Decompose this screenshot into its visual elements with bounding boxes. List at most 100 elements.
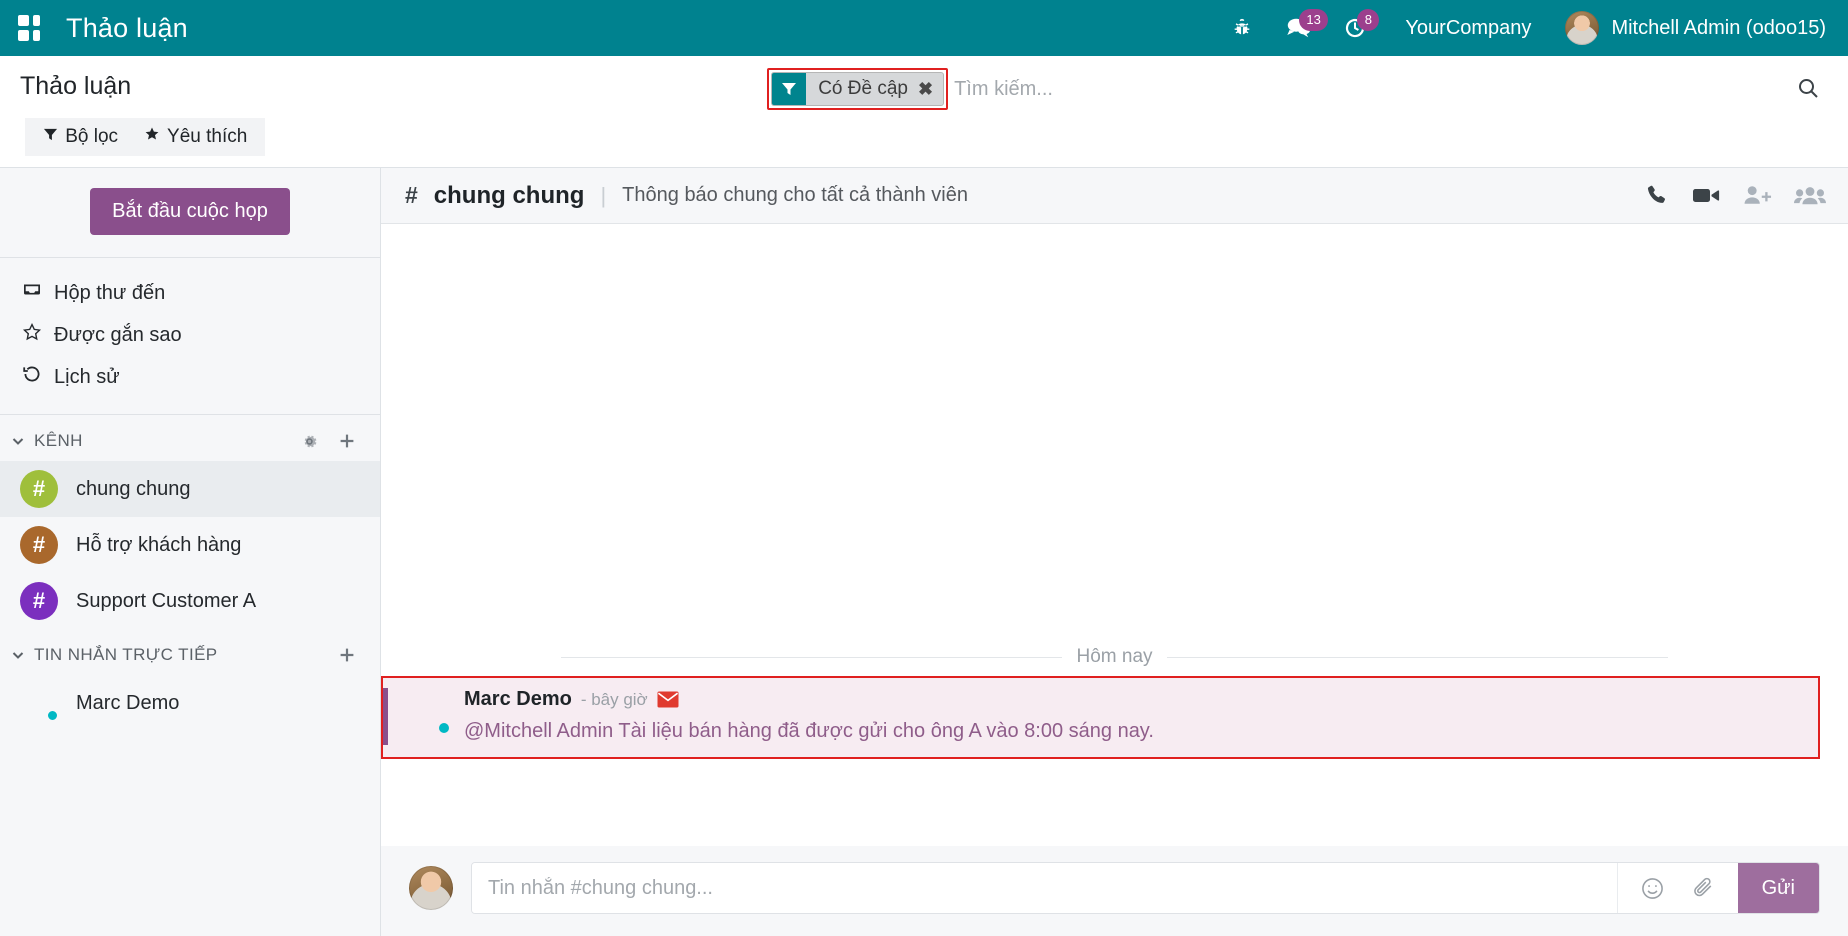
sidebar-item-inbox[interactable]: Hộp thư đến (0, 272, 380, 314)
channels-section-header: KÊNH (0, 415, 380, 461)
user-name: Mitchell Admin (odoo15) (1611, 17, 1826, 40)
mention-accent-bar (383, 688, 388, 745)
apps-grid-icon[interactable] (18, 15, 44, 41)
app-title: Thảo luận (66, 13, 188, 44)
start-meeting-button[interactable]: Bắt đầu cuộc họp (90, 188, 290, 235)
page-title: Thảo luận (20, 56, 131, 101)
message-input[interactable] (472, 863, 1617, 913)
sidebar-item-label: Hộp thư đến (54, 282, 165, 305)
composer-tools (1617, 863, 1738, 913)
channel-header: # chung chung | Thông báo chung cho tất … (381, 168, 1848, 224)
sidebar-item-starred[interactable]: Được gắn sao (0, 314, 380, 356)
composer-box: Gửi (471, 862, 1820, 914)
sidebar-item-history[interactable]: Lịch sử (0, 356, 380, 398)
body: Bắt đầu cuộc họp Hộp thư đến Được gắn sa… (0, 168, 1848, 936)
filter-funnel-icon (772, 73, 806, 105)
control-panel: Thảo luận Có Đề cập ✖ (0, 56, 1848, 168)
channel-hash-icon: # (20, 526, 58, 564)
user-menu[interactable]: Mitchell Admin (odoo15) (1557, 11, 1826, 45)
filters-button-label: Bộ lọc (65, 126, 118, 148)
sidebar-item-label: Marc Demo (76, 692, 179, 715)
inbox-icon (22, 280, 42, 306)
members-group-icon[interactable] (1794, 183, 1826, 208)
message-text: @Mitchell Admin Tài liệu bán hàng đã đượ… (464, 718, 1818, 745)
activities-count-badge: 8 (1357, 9, 1379, 31)
channel-name[interactable]: chung chung (434, 182, 585, 210)
status-badge (46, 709, 59, 722)
sidebar-item-channel-support-customer-a[interactable]: # Support Customer A (0, 573, 380, 629)
channel-description[interactable]: Thông báo chung cho tất cả thành viên (622, 184, 968, 207)
channel-hash-icon: # (20, 470, 58, 508)
send-button[interactable]: Gửi (1738, 863, 1819, 913)
message-thread[interactable]: Hôm nay Marc Demo - bây giờ (381, 224, 1848, 846)
message-timestamp: - bây giờ (581, 690, 648, 710)
date-divider: Hôm nay (381, 646, 1848, 668)
top-navbar: Thảo luận 13 8 YourCompany (0, 0, 1848, 56)
facet-label: Có Đề cập (818, 78, 908, 100)
mailbox-list: Hộp thư đến Được gắn sao Lịch sử (0, 258, 380, 415)
search-row: Có Đề cập ✖ (131, 68, 1828, 110)
sidebar-header: Bắt đầu cuộc họp (0, 168, 380, 258)
star-icon (144, 126, 160, 148)
search-dropdown-buttons: Bộ lọc Yêu thích (25, 118, 265, 156)
dm-section-header: TIN NHẮN TRỰC TIẾP (0, 629, 380, 675)
envelope-icon (657, 691, 679, 708)
search-input[interactable] (948, 78, 1828, 101)
sidebar-item-label: Lịch sử (54, 366, 120, 389)
sidebar-item-label: Được gắn sao (54, 324, 182, 347)
channel-hash-icon: # (405, 182, 418, 209)
messages-count-badge: 13 (1299, 9, 1327, 31)
sidebar-item-channel-chung-chung[interactable]: # chung chung (0, 461, 380, 517)
gear-icon[interactable] (295, 432, 324, 451)
avatar (409, 866, 453, 910)
sidebar-item-dm-marc-demo[interactable]: Marc Demo (0, 675, 380, 731)
message-item[interactable]: Marc Demo - bây giờ @Mitchell Admin Tài … (381, 676, 1820, 759)
dm-section-title[interactable]: TIN NHẮN TRỰC TIẾP (34, 645, 324, 665)
chevron-down-icon[interactable] (10, 433, 26, 449)
sidebar-item-label: Hỗ trợ khách hàng (76, 534, 241, 557)
plus-icon[interactable] (332, 645, 362, 665)
channel-hash-icon: # (20, 582, 58, 620)
sidebar-item-channel-ho-tro-khach-hang[interactable]: # Hỗ trợ khách hàng (0, 517, 380, 573)
video-camera-icon[interactable] (1691, 183, 1721, 208)
header-separator: | (600, 183, 606, 209)
status-badge (437, 721, 451, 735)
star-outline-icon (22, 322, 42, 348)
favorites-button[interactable]: Yêu thích (144, 126, 247, 148)
channels-section-title[interactable]: KÊNH (34, 431, 287, 451)
history-icon (22, 364, 42, 390)
search-facet-mentions[interactable]: Có Đề cập ✖ (771, 72, 944, 106)
filters-button[interactable]: Bộ lọc (43, 126, 118, 148)
clock-activity-icon[interactable]: 8 (1327, 0, 1383, 56)
message-header: Marc Demo - bây giờ (464, 688, 1818, 711)
add-user-icon[interactable] (1743, 183, 1772, 208)
message-composer: Gửi (381, 846, 1848, 936)
company-switcher[interactable]: YourCompany (1383, 17, 1557, 40)
phone-icon[interactable] (1644, 183, 1669, 208)
navbar-right-tools: 13 8 YourCompany Mitchell Admin (odoo15) (1215, 0, 1826, 56)
message-author[interactable]: Marc Demo (464, 688, 572, 711)
channel-header-actions (1644, 183, 1826, 208)
discuss-panel: # chung chung | Thông báo chung cho tất … (381, 168, 1848, 936)
search-icon[interactable] (1796, 76, 1820, 105)
message-body: Marc Demo - bây giờ @Mitchell Admin Tài … (464, 688, 1818, 745)
sidebar: Bắt đầu cuộc họp Hộp thư đến Được gắn sa… (0, 168, 381, 936)
bug-icon[interactable] (1215, 0, 1269, 56)
paperclip-icon[interactable] (1691, 876, 1716, 901)
facet-label-wrap: Có Đề cập ✖ (806, 73, 943, 105)
favorites-button-label: Yêu thích (167, 126, 247, 148)
plus-icon[interactable] (332, 431, 362, 451)
search-area: Có Đề cập ✖ Bộ lọc (131, 56, 1828, 156)
sidebar-item-label: Support Customer A (76, 590, 256, 613)
avatar (20, 684, 58, 722)
sidebar-item-label: chung chung (76, 478, 191, 501)
emoji-smiley-icon[interactable] (1640, 876, 1665, 901)
filter-funnel-icon (43, 126, 58, 148)
messages-icon[interactable]: 13 (1269, 0, 1327, 56)
active-filter-facet-highlight: Có Đề cập ✖ (767, 68, 948, 110)
close-icon[interactable]: ✖ (918, 79, 933, 100)
avatar (408, 692, 450, 734)
avatar (1565, 11, 1599, 45)
date-divider-label: Hôm nay (1076, 646, 1152, 668)
chevron-down-icon[interactable] (10, 647, 26, 663)
